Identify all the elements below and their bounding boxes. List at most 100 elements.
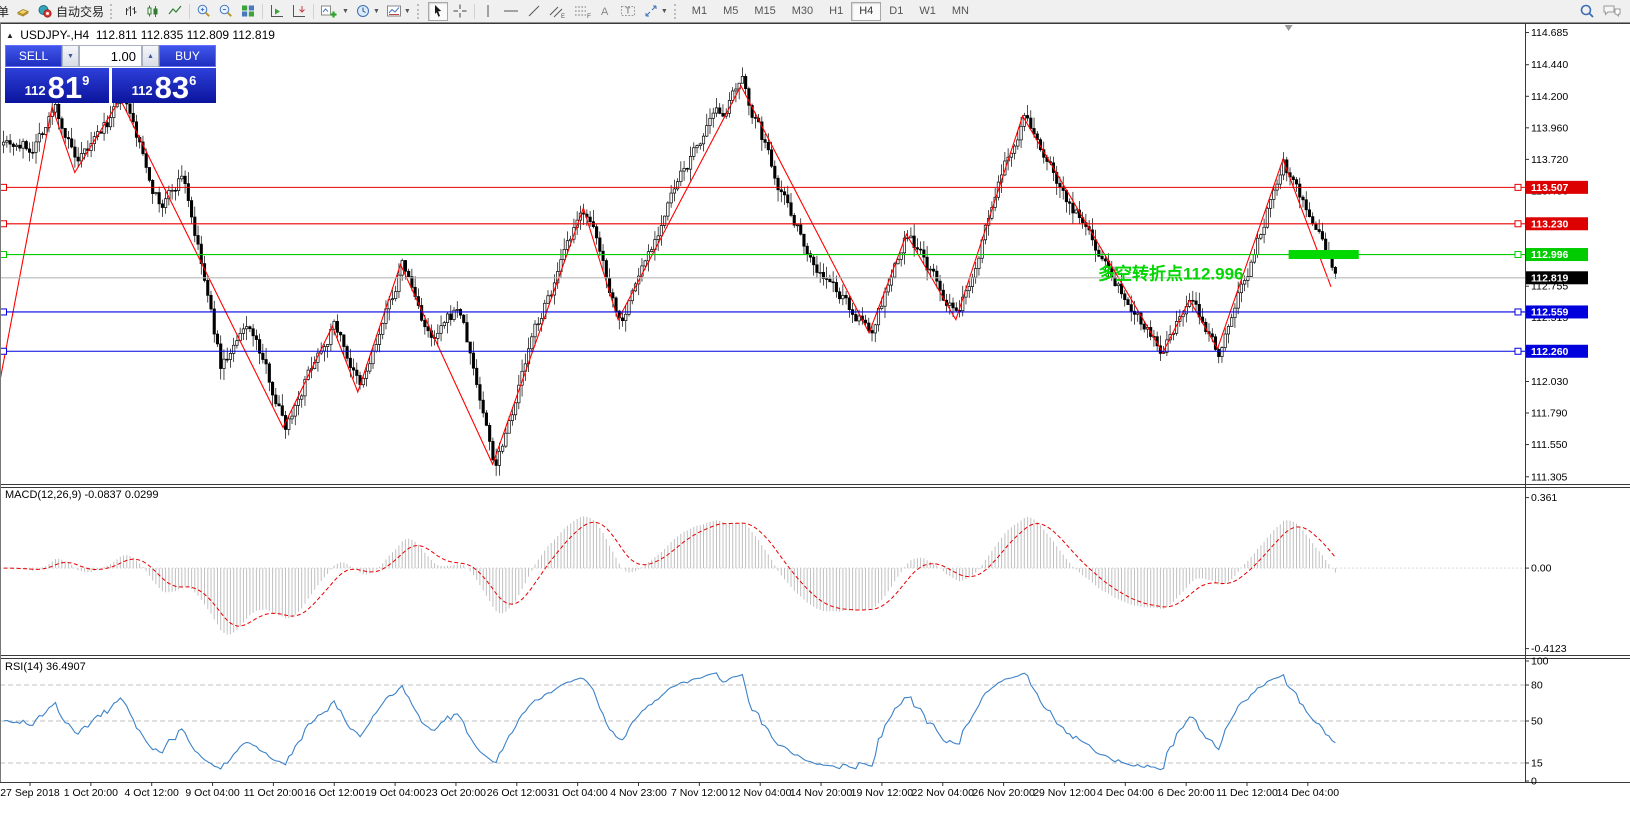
auto-scroll-icon[interactable] [267, 2, 287, 21]
timeframe-bar: M1M5M15M30H1H4D1W1MN [684, 2, 977, 21]
cursor-icon[interactable] [428, 2, 448, 21]
time-axis-label: 19 Oct 04:00 [365, 787, 425, 799]
toolbar-separator [189, 4, 190, 19]
line-chart-icon[interactable] [165, 2, 185, 21]
time-axis-label: 9 Oct 04:00 [185, 787, 239, 799]
ask-pipette: 6 [189, 73, 196, 88]
svg-text:T: T [625, 7, 630, 16]
volume-input[interactable]: 1.00 [79, 45, 142, 67]
hline-handle[interactable] [1515, 184, 1521, 190]
collapse-triangle-icon[interactable]: ▲ [6, 31, 14, 40]
chevron-down-icon: ▼ [373, 8, 380, 15]
tile-windows-icon[interactable] [238, 2, 258, 21]
svg-text:F: F [587, 13, 591, 19]
hline-handle[interactable] [1, 309, 7, 315]
timeframe-m5[interactable]: M5 [715, 2, 746, 21]
hline-handle[interactable] [1, 348, 7, 354]
symbol-period: USDJPY-,H4 [20, 28, 89, 42]
vertical-line-icon[interactable] [479, 2, 498, 21]
hline-handle[interactable] [1, 184, 7, 190]
ask-price-button[interactable]: 112 83 6 [112, 68, 216, 103]
add-indicator-icon[interactable]: ▼ [318, 2, 351, 21]
buy-button[interactable]: BUY [159, 45, 216, 67]
svg-text:E: E [561, 14, 565, 19]
ask-big-digits: 83 [155, 73, 189, 102]
toolbar-separator [313, 4, 314, 19]
toolbar-grip[interactable] [110, 4, 116, 19]
volume-up-button[interactable]: ▲ [142, 45, 159, 67]
time-axis-label: 19 Nov 12:00 [851, 787, 914, 799]
text-icon[interactable]: A [596, 2, 615, 21]
time-axis-label: 22 Nov 04:00 [912, 787, 975, 799]
time-axis-label: 1 Oct 20:00 [64, 787, 118, 799]
chart-shift-icon[interactable] [289, 2, 309, 21]
timeframe-d1[interactable]: D1 [881, 2, 911, 21]
sell-button[interactable]: SELL [5, 45, 62, 67]
time-axis-label: 4 Dec 04:00 [1097, 787, 1154, 799]
price-axis-label: 111.790 [1531, 408, 1568, 420]
hline-handle[interactable] [1515, 309, 1521, 315]
periods-icon[interactable]: ▼ [353, 2, 382, 21]
timeframe-m30[interactable]: M30 [784, 2, 821, 21]
time-axis-label: 12 Nov 04:00 [729, 787, 792, 799]
price-label-113.230: 113.230 [1531, 218, 1569, 230]
text-label-icon[interactable]: T [617, 2, 639, 21]
timeframe-h1[interactable]: H1 [821, 2, 851, 21]
time-axis-label: 6 Dec 20:00 [1158, 787, 1215, 799]
price-label-113.507: 113.507 [1531, 182, 1569, 194]
time-axis-label: 14 Nov 20:00 [790, 787, 853, 799]
macd-signal-line [4, 522, 1336, 626]
timeframe-m1[interactable]: M1 [684, 2, 715, 21]
hline-handle[interactable] [1, 221, 7, 227]
timeframe-w1[interactable]: W1 [911, 2, 944, 21]
timeframe-h4[interactable]: H4 [851, 2, 881, 21]
macd-label: MACD(12,26,9) -0.0837 0.0299 [5, 489, 159, 501]
chart-shift-marker[interactable] [1285, 25, 1293, 31]
timeframe-m15[interactable]: M15 [746, 2, 783, 21]
price-axis[interactable] [1526, 24, 1630, 782]
one-click-trading-panel: SELL ▼ 1.00 ▲ BUY 112 81 9 112 83 6 [5, 45, 216, 103]
new-order-label[interactable]: 单 [0, 3, 9, 20]
zoom-out-icon[interactable] [216, 2, 236, 21]
chevron-down-icon: ▼ [342, 8, 349, 15]
templates-icon[interactable]: ▼ [384, 2, 413, 21]
pivot-annotation[interactable]: 多空转折点112.996 [1098, 264, 1244, 284]
toolbar-grip[interactable] [674, 4, 680, 19]
price-axis-label: 114.200 [1531, 91, 1568, 103]
time-axis-label: 26 Nov 20:00 [972, 787, 1035, 799]
price-axis-label: 113.960 [1531, 122, 1568, 134]
hline-handle[interactable] [1515, 221, 1521, 227]
fibonacci-icon[interactable]: F [570, 2, 594, 21]
crosshair-icon[interactable] [450, 2, 470, 21]
bid-price-button[interactable]: 112 81 9 [5, 68, 109, 103]
price-axis-label: 111.305 [1531, 471, 1568, 483]
chart-title: ▲ USDJPY-,H4 112.811 112.835 112.809 112… [6, 28, 275, 42]
bid-pipette: 9 [82, 73, 89, 88]
rsi-axis-label: 80 [1531, 680, 1543, 692]
volume-down-button[interactable]: ▼ [62, 45, 79, 67]
hline-handle[interactable] [1515, 348, 1521, 354]
timeframe-mn[interactable]: MN [944, 2, 977, 21]
candlestick-chart-icon[interactable] [143, 2, 163, 21]
zoom-in-icon[interactable] [194, 2, 214, 21]
time-axis-label: 23 Oct 20:00 [426, 787, 486, 799]
price-axis-label: 113.720 [1531, 154, 1568, 166]
search-icon[interactable] [1576, 2, 1598, 21]
autotrade-button[interactable]: 自动交易 [35, 2, 106, 21]
toolbar-grip[interactable] [417, 4, 423, 19]
pivot-highlight-bar[interactable] [1289, 250, 1359, 259]
rsi-axis-label: 100 [1531, 656, 1549, 668]
bid-big-digits: 81 [48, 73, 82, 102]
chat-icon[interactable] [1600, 2, 1624, 21]
arrows-icon[interactable]: ▼ [641, 2, 670, 21]
horizontal-line-icon[interactable] [500, 2, 522, 21]
time-axis-label: 4 Oct 12:00 [125, 787, 179, 799]
hline-handle[interactable] [1515, 252, 1521, 258]
macd-histogram [4, 516, 1336, 634]
new-order-icon[interactable] [13, 2, 33, 21]
toolbar: 单 自动交易 [0, 0, 1630, 23]
equidistant-channel-icon[interactable]: E [546, 2, 568, 21]
trendline-icon[interactable] [524, 2, 544, 21]
hline-handle[interactable] [1, 252, 7, 258]
bar-chart-icon[interactable] [121, 2, 141, 21]
